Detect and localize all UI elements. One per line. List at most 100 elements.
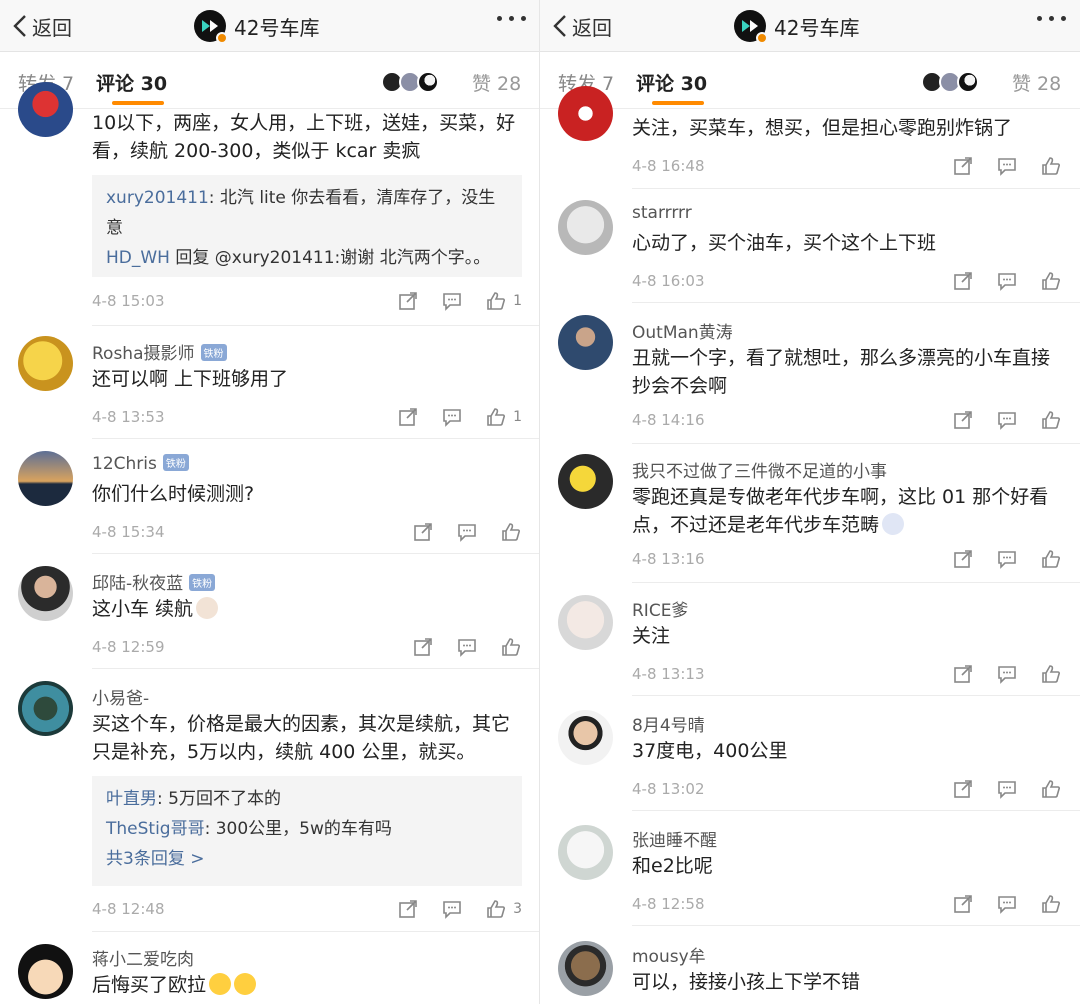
reply-icon[interactable] <box>456 636 478 658</box>
thumbs-up-icon[interactable] <box>1040 548 1062 570</box>
divider <box>632 302 1080 303</box>
avatar[interactable] <box>558 710 613 765</box>
comment-author[interactable]: Rosha摄影师 铁粉 <box>92 339 227 364</box>
reply-box[interactable]: 叶直男: 5万回不了本的 TheStig哥哥: 300公里，5w的车有吗 共3条… <box>92 776 522 886</box>
comment-author[interactable]: RICE爹 <box>632 596 688 621</box>
reply-icon[interactable] <box>441 406 463 428</box>
thumbs-up-icon[interactable] <box>500 636 522 658</box>
comment-author[interactable]: OutMan黄涛 <box>632 318 733 343</box>
back-button[interactable]: 返回 <box>12 12 72 40</box>
reply-icon[interactable] <box>996 155 1018 177</box>
comment-author[interactable]: 蒋小二爱吃肉 <box>92 945 194 970</box>
comment-author[interactable]: 张迪睡不醒 <box>632 826 717 851</box>
reply-icon[interactable] <box>456 521 478 543</box>
avatar[interactable] <box>18 336 73 391</box>
reply-author[interactable]: TheStig哥哥 <box>106 819 205 839</box>
avatar[interactable] <box>18 82 73 137</box>
reply-author[interactable]: HD_WH <box>106 248 170 268</box>
tab-bar: 转发 7 评论 30 赞 28 <box>0 53 539 109</box>
like-button[interactable]: 1 <box>485 290 522 312</box>
share-icon[interactable] <box>952 893 974 915</box>
share-icon[interactable] <box>952 548 974 570</box>
share-icon[interactable] <box>412 636 434 658</box>
like-button[interactable]: 3 <box>485 898 522 920</box>
reply-icon[interactable] <box>996 893 1018 915</box>
avatar[interactable] <box>558 941 613 996</box>
comment-text: 关注，买菜车，想买，但是担心零跑别炸锅了 <box>632 117 1013 139</box>
thumbs-up-icon[interactable] <box>500 521 522 543</box>
divider <box>632 810 1080 811</box>
share-icon[interactable] <box>397 290 419 312</box>
share-icon[interactable] <box>397 406 419 428</box>
comment-time: 4-8 12:48 <box>92 900 165 918</box>
liker-avatars[interactable] <box>921 71 979 93</box>
thumbs-up-icon[interactable] <box>1040 778 1062 800</box>
back-button[interactable]: 返回 <box>552 12 612 40</box>
avatar[interactable] <box>558 315 613 370</box>
brand-logo-icon <box>742 20 758 32</box>
avatar[interactable] <box>18 566 73 621</box>
liker-avatar <box>957 71 979 93</box>
comment-text: 这小车 续航 <box>92 595 522 623</box>
tab-bar: 转发 7 评论 30 赞 28 <box>540 53 1080 109</box>
like-button[interactable]: 1 <box>485 406 522 428</box>
reply-icon[interactable] <box>996 548 1018 570</box>
back-label: 返回 <box>572 15 612 40</box>
tab-like[interactable]: 赞 28 <box>472 69 521 96</box>
reply-icon[interactable] <box>441 290 463 312</box>
thumbs-up-icon[interactable] <box>1040 270 1062 292</box>
share-icon[interactable] <box>952 409 974 431</box>
back-label: 返回 <box>32 15 72 40</box>
fan-badge: 铁粉 <box>162 454 189 471</box>
comment-author[interactable]: starrrrr <box>632 203 692 223</box>
liker-avatars[interactable] <box>381 71 439 93</box>
avatar[interactable] <box>18 681 73 736</box>
thumbs-up-icon[interactable] <box>1040 409 1062 431</box>
thumbs-up-icon[interactable] <box>1040 155 1062 177</box>
comment-text: 后悔买了欧拉 <box>92 971 522 999</box>
view-more-replies-link[interactable]: 共3条回复 > <box>106 844 508 874</box>
avatar[interactable] <box>558 86 613 141</box>
reply-icon[interactable] <box>996 778 1018 800</box>
reply-line: HD_WH 回复 @xury201411:谢谢 北汽两个字。。 <box>106 243 508 273</box>
comment-author[interactable]: 8月4号晴 <box>632 711 705 736</box>
divider <box>632 695 1080 696</box>
reply-icon[interactable] <box>441 898 463 920</box>
share-icon[interactable] <box>397 898 419 920</box>
comment-actions <box>952 409 1062 431</box>
comment-time: 4-8 12:59 <box>92 638 165 656</box>
reply-author[interactable]: xury201411 <box>106 188 209 208</box>
share-icon[interactable] <box>952 778 974 800</box>
share-icon[interactable] <box>412 521 434 543</box>
thumbs-up-icon[interactable] <box>1040 663 1062 685</box>
comment-actions: 1 <box>397 290 522 312</box>
reply-icon[interactable] <box>996 270 1018 292</box>
reply-author[interactable]: 叶直男 <box>106 789 157 809</box>
more-options-icon[interactable] <box>1037 16 1066 21</box>
thumbs-up-icon[interactable] <box>1040 893 1062 915</box>
reply-icon[interactable] <box>996 409 1018 431</box>
comment-author[interactable]: 我只不过做了三件微不足道的小事 <box>632 457 887 482</box>
avatar[interactable] <box>18 944 73 999</box>
account-title[interactable]: 42号车库 <box>194 9 319 44</box>
comment-time: 4-8 14:16 <box>632 411 705 429</box>
tab-like[interactable]: 赞 28 <box>1012 69 1061 96</box>
more-options-icon[interactable] <box>497 16 526 21</box>
comment-author[interactable]: mousy牟 <box>632 942 706 967</box>
avatar[interactable] <box>558 825 613 880</box>
comment-author[interactable]: 小易爸- <box>92 684 149 709</box>
avatar[interactable] <box>558 200 613 255</box>
share-icon[interactable] <box>952 663 974 685</box>
reply-box[interactable]: xury201411: 北汽 lite 你去看看，清库存了，没生意 HD_WH … <box>92 175 522 277</box>
avatar[interactable] <box>558 454 613 509</box>
reply-line: 叶直男: 5万回不了本的 <box>106 784 508 814</box>
share-icon[interactable] <box>952 270 974 292</box>
share-icon[interactable] <box>952 155 974 177</box>
avatar[interactable] <box>18 451 73 506</box>
avatar[interactable] <box>558 595 613 650</box>
account-title[interactable]: 42号车库 <box>734 9 859 44</box>
comment-author[interactable]: 12Chris 铁粉 <box>92 454 189 474</box>
reply-icon[interactable] <box>996 663 1018 685</box>
comment-author[interactable]: 邱陆-秋夜蓝 铁粉 <box>92 569 216 594</box>
comment-text: 和e2比呢 <box>632 855 713 877</box>
